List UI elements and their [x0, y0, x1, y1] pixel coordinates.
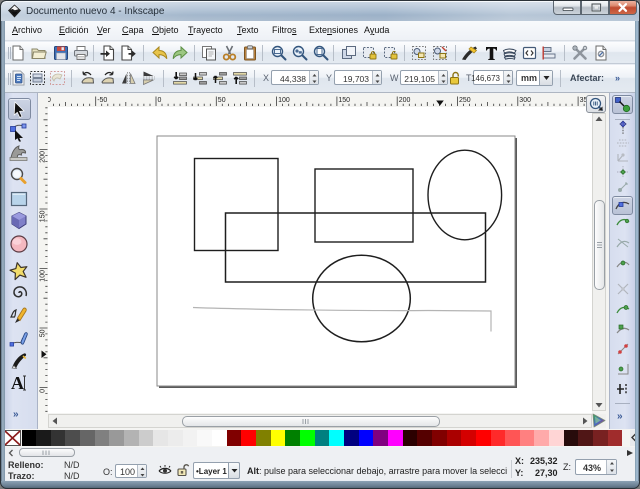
svg-text:250: 250	[459, 97, 471, 104]
svg-text:150: 150	[338, 97, 350, 104]
svg-text:0: 0	[158, 97, 162, 104]
svg-text:200: 200	[40, 151, 47, 163]
svg-text:100: 100	[278, 97, 290, 104]
svg-text:-50: -50	[97, 97, 107, 104]
svg-text:0: 0	[40, 389, 47, 393]
svg-text:A: A	[11, 373, 24, 393]
svg-text:200: 200	[399, 97, 411, 104]
svg-text:300: 300	[519, 97, 531, 104]
svg-text:150: 150	[40, 210, 47, 222]
svg-text:100: 100	[40, 270, 47, 282]
svg-text:50: 50	[218, 97, 226, 104]
svg-text:50: 50	[40, 329, 47, 337]
svg-text:-100: -100	[48, 97, 51, 104]
